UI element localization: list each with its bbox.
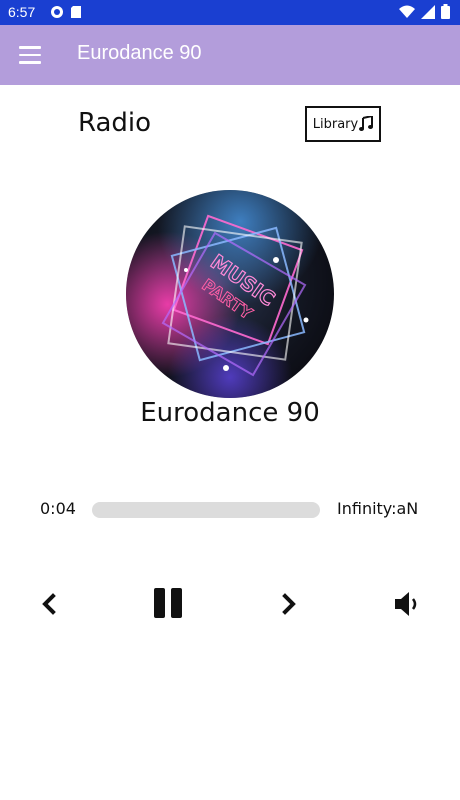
notification-icon	[51, 6, 63, 18]
elapsed-time: 0:04	[40, 499, 76, 518]
volume-button[interactable]	[392, 589, 422, 619]
music-note-icon	[359, 116, 374, 131]
app-title: Eurodance 90	[77, 42, 202, 64]
hamburger-menu-icon[interactable]	[19, 46, 41, 64]
library-label: Library	[312, 116, 359, 132]
next-button[interactable]	[276, 590, 302, 618]
chevron-right-icon	[282, 593, 296, 615]
total-time: Infinity:aN	[337, 499, 419, 518]
pause-icon	[154, 588, 182, 618]
app-bar: Eurodance 90	[0, 25, 460, 85]
previous-button[interactable]	[36, 590, 62, 618]
sd-card-icon	[71, 6, 81, 18]
wifi-icon	[399, 5, 415, 18]
station-name: Eurodance 90	[140, 398, 320, 428]
library-button[interactable]: Library	[305, 106, 381, 142]
volume-icon	[395, 592, 417, 616]
status-time: 6:57	[8, 4, 36, 20]
station-artwork: MUSIC PARTY	[126, 190, 334, 398]
status-bar: 6:57	[0, 0, 460, 25]
page-title: Radio	[78, 108, 152, 138]
chevron-left-icon	[42, 593, 56, 615]
progress-slider[interactable]	[92, 502, 320, 518]
signal-icon	[421, 4, 435, 19]
battery-icon	[441, 4, 450, 19]
pause-button[interactable]	[150, 586, 188, 620]
